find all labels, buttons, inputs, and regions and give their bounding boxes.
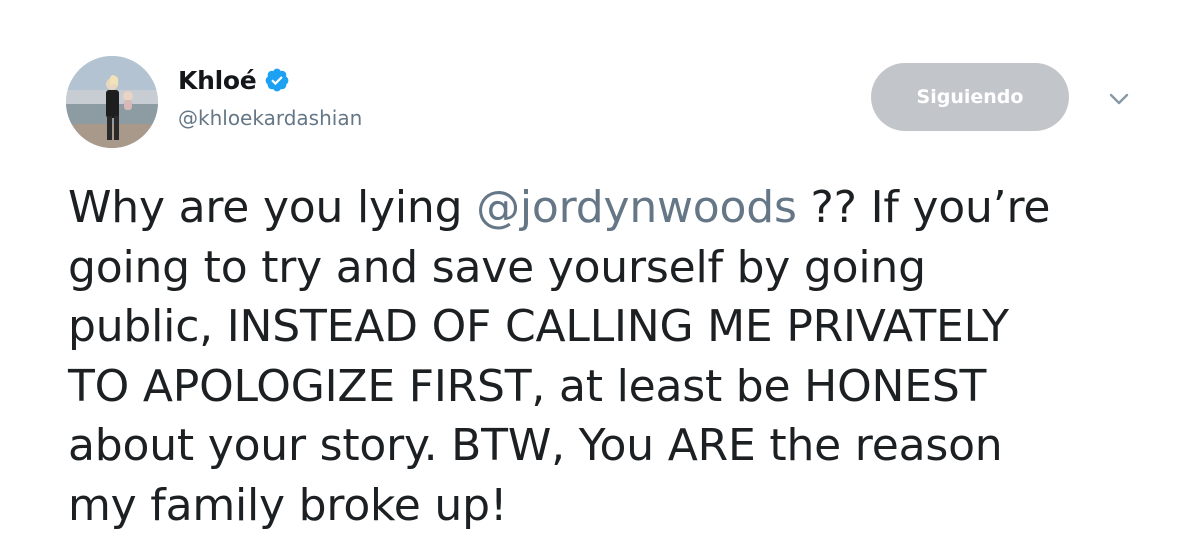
mention-link[interactable]: @jordynwoods <box>476 182 797 233</box>
avatar[interactable] <box>66 56 158 148</box>
verified-badge-icon <box>264 67 290 93</box>
chevron-down-icon[interactable] <box>1106 86 1132 112</box>
tweet-header: Khloé @khloekardashian Siguiendo <box>66 56 1176 152</box>
tweet-text-line: about your story. BTW, You ARE the reaso… <box>68 420 1003 471</box>
tweet-card: Khloé @khloekardashian Siguiendo Why are… <box>0 0 1200 548</box>
tweet-text-line: public, INSTEAD OF CALLING ME PRIVATELY <box>68 301 1009 352</box>
avatar-photo <box>66 56 158 148</box>
user-identity: Khloé @khloekardashian <box>178 62 362 131</box>
tweet-text-line: my family broke up! <box>68 479 508 531</box>
user-handle[interactable]: @khloekardashian <box>178 106 362 130</box>
tweet-text-line: Why are you lying @jordynwoods ?? If you… <box>68 178 1178 238</box>
tweet-text-line: TO APOLOGIZE FIRST, at least be HONEST <box>68 360 987 412</box>
following-button[interactable]: Siguiendo <box>871 63 1069 131</box>
tweet-text-line: going to try and save yourself by going <box>68 241 926 293</box>
tweet-text-segment: ?? If you’re <box>796 182 1051 233</box>
name-row: Khloé <box>178 62 362 98</box>
tweet-text: Why are you lying @jordynwoods ?? If you… <box>68 178 1178 535</box>
display-name[interactable]: Khloé <box>178 66 257 95</box>
tweet-text-segment: Why are you lying <box>68 182 477 233</box>
